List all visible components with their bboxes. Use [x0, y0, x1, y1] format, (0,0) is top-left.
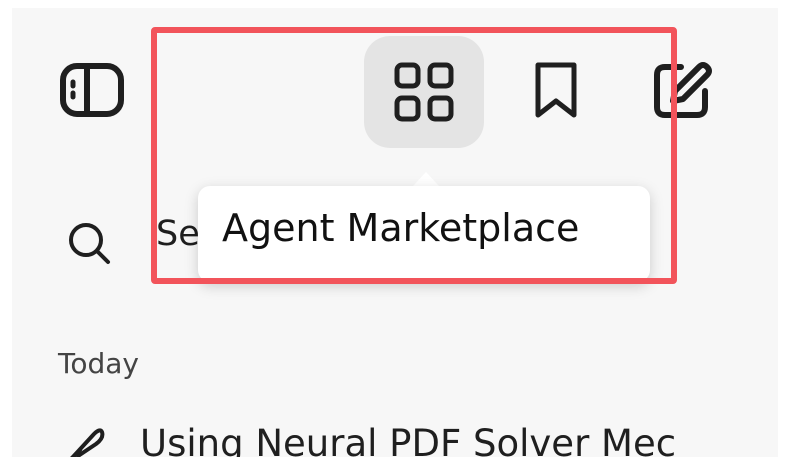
search-icon [64, 218, 116, 270]
agent-marketplace-tooltip: Agent Marketplace [198, 186, 650, 282]
grid-icon [394, 62, 454, 122]
app-window: Se Agent Marketplace Today Using Neural … [0, 0, 785, 457]
sidebar-toggle-button[interactable] [52, 52, 132, 128]
feather-icon [64, 422, 106, 457]
tooltip-arrow [412, 172, 440, 187]
bookmark-icon [535, 62, 577, 118]
bookmarks-button[interactable] [520, 52, 592, 128]
tooltip-text: Agent Marketplace [222, 206, 580, 250]
sidebar-toggle-icon [60, 63, 124, 117]
search-label[interactable]: Se [156, 214, 200, 254]
content-edge [778, 170, 785, 457]
compose-icon [654, 62, 712, 118]
history-section-label: Today [58, 347, 139, 380]
agent-marketplace-button[interactable] [364, 36, 484, 148]
new-chat-button[interactable] [644, 52, 720, 128]
history-item[interactable]: Using Neural PDF Solver Mec [140, 422, 700, 457]
